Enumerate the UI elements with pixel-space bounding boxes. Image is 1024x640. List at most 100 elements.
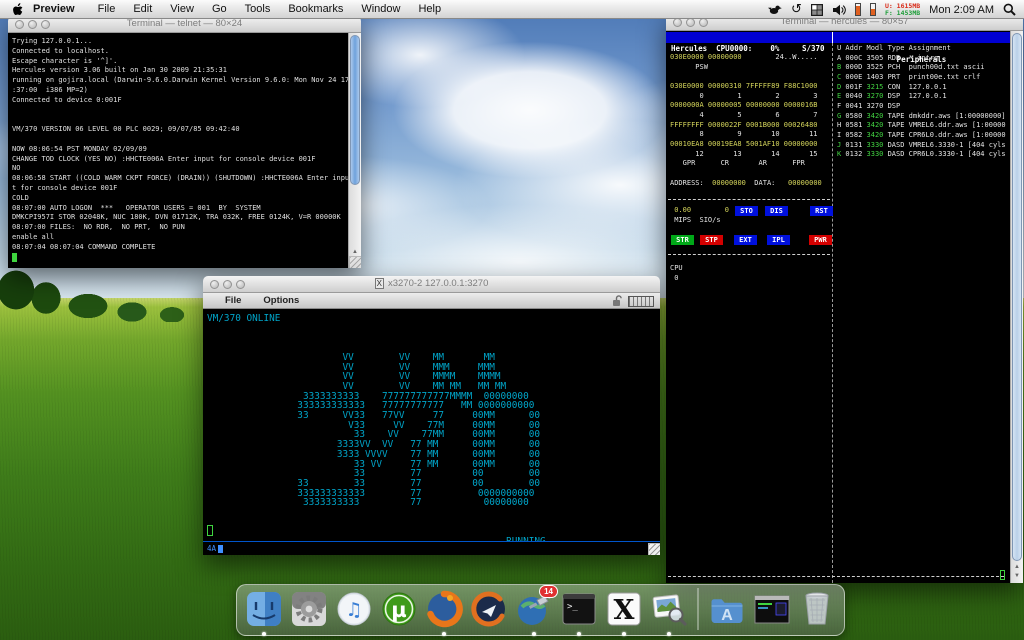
dashed-divider <box>668 254 830 255</box>
seamonkey-icon <box>471 591 505 627</box>
spotlight-menu-extra[interactable] <box>1003 3 1016 16</box>
x3270-terminal-screen[interactable]: VM/370 ONLINE VV VV MM MM VV VV MMM MMM … <box>203 309 660 542</box>
oia-block-indicator <box>218 545 224 553</box>
memory-usage-menu-extra[interactable]: U: 1615MB F: 1453MB <box>885 3 920 16</box>
bird-menu-extra[interactable] <box>768 4 782 15</box>
close-button[interactable] <box>210 280 219 289</box>
x3270-cursor <box>207 525 213 536</box>
scrollbar-arrows[interactable]: ▲▼ <box>1012 563 1022 581</box>
menu-tools[interactable]: Tools <box>236 3 280 15</box>
menu-help[interactable]: Help <box>409 3 450 15</box>
hercules-button-pwr[interactable]: PWR <box>809 235 832 245</box>
apple-menu[interactable] <box>12 2 23 16</box>
apple-icon <box>13 2 23 15</box>
menu-bookmarks[interactable]: Bookmarks <box>279 3 352 15</box>
menu-bar: Preview File Edit View Go Tools Bookmarks Wind… <box>0 0 1024 19</box>
zoom-button[interactable] <box>236 280 245 289</box>
zoom-button[interactable] <box>41 20 50 29</box>
telnet-output-text: Trying 127.0.0.1... Connected to localho… <box>12 37 350 251</box>
dock-item-satellite-app[interactable]: 14 <box>514 585 558 636</box>
spotlight-search-icon <box>1003 3 1016 16</box>
scrollbar-thumb[interactable] <box>350 35 360 185</box>
window-title: Terminal — telnet — 80×24 <box>126 18 243 29</box>
keymap-keyboard-icon[interactable] <box>628 295 654 307</box>
applications-folder-icon: A <box>711 599 743 624</box>
minimize-button[interactable] <box>28 20 37 29</box>
firefox-icon <box>427 590 463 628</box>
dock-item-trash[interactable] <box>797 589 837 629</box>
window-title: x3270-2 127.0.0.1:3270 <box>387 278 489 289</box>
dock-item-system-preferences[interactable] <box>289 589 329 629</box>
notification-badge: 14 <box>539 585 558 598</box>
menu-view[interactable]: View <box>161 3 203 15</box>
x11-icon: X <box>607 592 641 626</box>
terminal-icon: >_ <box>562 593 596 625</box>
hercules-button-stp[interactable]: STP <box>700 235 723 245</box>
cpu-meter-menu-extra[interactable] <box>854 3 861 16</box>
menu-file[interactable]: File <box>89 3 125 15</box>
hercules-terminal-screen[interactable]: Hercules CPU0000: 0% S/370 Peripherals 0… <box>666 31 1023 583</box>
close-button[interactable] <box>673 18 682 27</box>
hercules-button-sto[interactable]: STO <box>735 206 758 216</box>
active-app-menu[interactable]: Preview <box>33 3 75 15</box>
dock-item-preview[interactable] <box>649 589 689 636</box>
svg-text:µ: µ <box>391 598 406 622</box>
unlock-icon <box>613 295 622 306</box>
system-preferences-icon <box>292 592 326 626</box>
minimize-button[interactable] <box>223 280 232 289</box>
time-machine-menu-extra[interactable]: ↺ <box>791 3 802 16</box>
memory-meter-menu-extra[interactable] <box>869 3 876 16</box>
running-indicator <box>262 632 266 636</box>
dock-item-utorrent[interactable]: µ <box>379 589 419 629</box>
memory-free-label: F: 1453MB <box>884 8 921 17</box>
time-machine-icon: ↺ <box>791 2 802 17</box>
scrollbar-thumb[interactable] <box>1012 33 1022 561</box>
resize-grip[interactable] <box>648 543 660 555</box>
telnet-terminal-screen[interactable]: Trying 127.0.0.1... Connected to localho… <box>8 33 361 268</box>
x3270-menu-options[interactable]: Options <box>241 295 299 306</box>
registers-display: 030E0000 00000000 24..W..... PSW 030E000… <box>670 53 822 187</box>
bird-icon <box>768 5 782 14</box>
cpu-display: CPU 0 <box>670 264 683 282</box>
column-separator <box>832 43 833 583</box>
x3270-screen-text: VM/370 ONLINE VV VV MM MM VV VV MMM MMM … <box>207 313 546 542</box>
spaces-menu-extra[interactable] <box>810 3 823 16</box>
hercules-button-dis[interactable]: DIS <box>765 206 788 216</box>
zoom-button[interactable] <box>699 18 708 27</box>
dock-item-x11[interactable]: X <box>604 589 644 636</box>
window-controls <box>15 20 50 29</box>
running-indicator <box>622 632 626 636</box>
minimize-button[interactable] <box>686 18 695 27</box>
dock-item-minimized-window[interactable] <box>752 589 792 629</box>
itunes-icon: ♫ <box>337 592 371 626</box>
dock-item-applications-folder[interactable]: A <box>707 589 747 629</box>
app-menus: File Edit View Go Tools Bookmarks Window Help <box>89 3 451 15</box>
terminal-telnet-window: Terminal — telnet — 80×24 Trying 127.0.0… <box>8 16 361 268</box>
volume-menu-extra[interactable] <box>832 4 846 16</box>
menu-go[interactable]: Go <box>203 3 236 15</box>
dock-item-finder[interactable] <box>244 589 284 636</box>
terminal-cursor <box>1000 570 1005 580</box>
hercules-button-ipl[interactable]: IPL <box>767 235 790 245</box>
hercules-button-ext[interactable]: EXT <box>734 235 757 245</box>
dock-item-firefox[interactable] <box>424 589 464 636</box>
menu-window[interactable]: Window <box>352 3 409 15</box>
hercules-button-str[interactable]: STR <box>671 235 694 245</box>
menu-bar-clock[interactable]: Mon 2:09 AM <box>929 4 994 16</box>
close-button[interactable] <box>15 20 24 29</box>
dock-item-itunes[interactable]: ♫ <box>334 589 374 629</box>
menu-edit[interactable]: Edit <box>124 3 161 15</box>
telnet-scrollbar[interactable]: ▲▼ <box>348 33 361 268</box>
dock: ♫ µ 14 >_ X A <box>236 584 845 636</box>
x3270-title-bar[interactable]: Xx3270-2 127.0.0.1:3270 <box>203 276 660 293</box>
dock-item-seamonkey[interactable] <box>469 589 509 629</box>
x3270-menu-icons <box>612 295 654 307</box>
dock-item-terminal[interactable]: >_ <box>559 589 599 636</box>
x3270-menu-file[interactable]: File <box>203 295 241 306</box>
svg-text:A: A <box>721 607 733 624</box>
hercules-button-rst[interactable]: RST <box>810 206 833 216</box>
meter-fill <box>855 6 860 15</box>
svg-text:X: X <box>614 595 635 626</box>
resize-grip[interactable] <box>349 256 361 268</box>
hercules-scrollbar[interactable]: ▲ ▼ <box>1010 31 1023 583</box>
